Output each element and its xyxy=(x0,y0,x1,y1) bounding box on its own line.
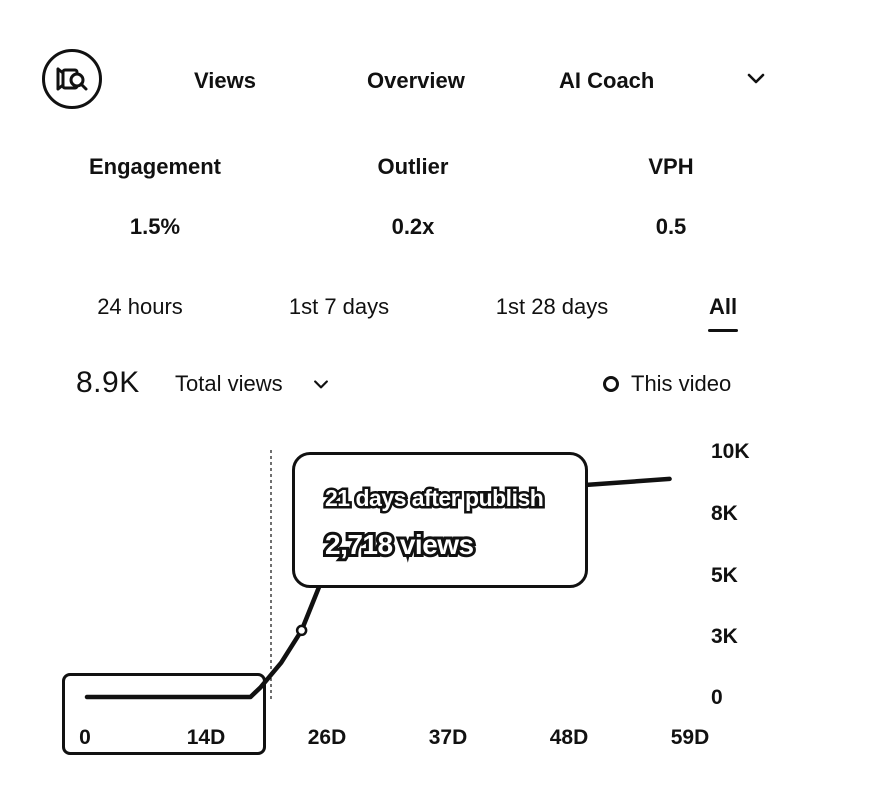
chart-tooltip: 21 days after publish 2,718 views xyxy=(292,452,588,588)
x-tick-label: 48D xyxy=(549,726,589,749)
tooltip-value: 2,718 views xyxy=(322,526,477,563)
x-tick-label: 59D xyxy=(670,726,710,749)
hover-data-point xyxy=(295,624,308,637)
y-tick-label: 10K xyxy=(711,440,750,463)
x-tick-label: 26D xyxy=(307,726,347,749)
tooltip-date: 21 days after publish xyxy=(322,483,546,514)
x-tick-label: 0 xyxy=(79,726,91,749)
y-tick-label: 0 xyxy=(711,686,723,709)
early-period-highlight xyxy=(62,673,266,755)
y-tick-label: 3K xyxy=(711,625,738,648)
x-tick-label: 14D xyxy=(186,726,226,749)
y-tick-label: 8K xyxy=(711,502,738,525)
x-tick-label: 37D xyxy=(428,726,468,749)
y-tick-label: 5K xyxy=(711,564,738,587)
